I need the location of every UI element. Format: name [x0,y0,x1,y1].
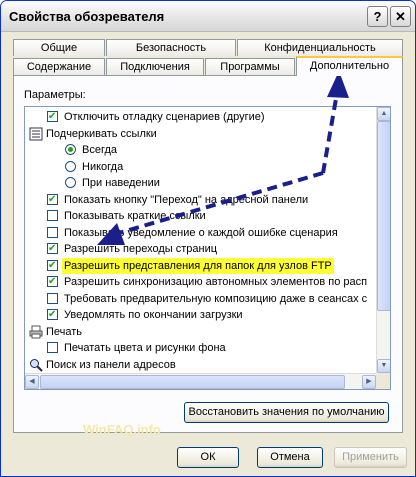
settings-item-label: Всегда [82,144,118,156]
vertical-scrollbar[interactable]: ▲ ▼ [376,107,390,373]
tab-advanced[interactable]: Дополнительно [296,56,403,76]
settings-item-label: Уведомлять по окончании загрузки [64,309,243,321]
radio-button[interactable] [65,160,76,172]
checkbox[interactable] [47,292,58,304]
restore-defaults-button[interactable]: Восстановить значения по умолчанию [184,402,389,423]
watermark: WinFAQ.info [83,422,161,437]
settings-item-label: Разрешить синхронизацию автономных элеме… [64,276,368,288]
settings-icon [29,127,43,141]
title-bar[interactable]: Свойства обозревателя ? ✕ [1,1,415,32]
radio-button[interactable] [65,177,76,188]
horizontal-scroll-thumb[interactable] [40,375,345,389]
close-button[interactable]: ✕ [390,6,411,27]
window-title: Свойства обозревателя [9,9,165,24]
scroll-up-icon[interactable]: ▲ [377,107,390,121]
settings-item-label: Показать кнопку "Переход" на адресной па… [64,193,309,206]
horizontal-scrollbar[interactable]: ◀ ▶ [25,373,376,389]
settings-item-label: Разрешить переходы страниц [64,243,218,255]
tab-programs[interactable]: Программы [205,58,295,75]
settings-item-label: Отключить отладку сценариев (другие) [64,111,265,123]
settings-item-label: Разрешить представления для папок для уз… [62,257,334,274]
ok-button[interactable]: ОК [177,447,239,468]
settings-item-label: Показывать уведомление о каждой ошибке с… [64,226,338,239]
vertical-scroll-thumb[interactable] [377,121,390,311]
settings-item-label: Печать [46,325,83,338]
settings-item-label: Показывать краткие ссылки [64,210,206,222]
checkbox[interactable] [47,109,58,125]
settings-item-label: Печатать цвета и рисунки фона [64,342,226,354]
cancel-button[interactable]: Отмена [257,447,323,468]
tab-general[interactable]: Общие [13,39,105,56]
internet-options-window: Свойства обозревателя ? ✕ Общие Безопасн… [0,0,416,477]
search-icon [29,358,43,372]
advanced-panel: Параметры: Отключить отладку сценариев (… [13,75,403,433]
scroll-right-icon[interactable]: ▶ [362,375,376,389]
checkbox[interactable] [47,274,58,290]
settings-item-label: Поиск из панели адресов [46,358,176,371]
checkbox[interactable] [47,192,58,208]
settings-item-label: Подчеркивать ссылки [46,127,157,140]
checkbox[interactable] [47,210,58,221]
tab-connections[interactable]: Подключения [106,58,204,75]
apply-button[interactable]: Применить [334,447,407,468]
settings-list[interactable]: Отключить отладку сценариев (другие) Подч… [24,106,391,390]
tab-security[interactable]: Безопасность [106,39,236,56]
help-button[interactable]: ? [367,6,388,27]
tab-content[interactable]: Содержание [13,58,105,75]
scroll-left-icon[interactable]: ◀ [25,375,39,389]
tab-privacy[interactable]: Конфиденциальность [237,39,403,56]
params-label: Параметры: [24,89,86,101]
settings-item-label: При наведении [82,177,160,189]
checkbox[interactable] [47,241,58,257]
printer-icon [29,325,43,339]
checkbox[interactable] [47,307,58,323]
checkbox[interactable] [47,342,58,353]
settings-item-label: Никогда [82,160,124,173]
settings-item-label: Требовать предварительную композицию даж… [64,292,368,305]
checkbox[interactable] [47,226,58,238]
checkbox[interactable] [47,258,58,274]
scroll-down-icon[interactable]: ▼ [377,359,390,373]
scroll-corner [376,373,390,389]
radio-button[interactable] [65,144,76,155]
